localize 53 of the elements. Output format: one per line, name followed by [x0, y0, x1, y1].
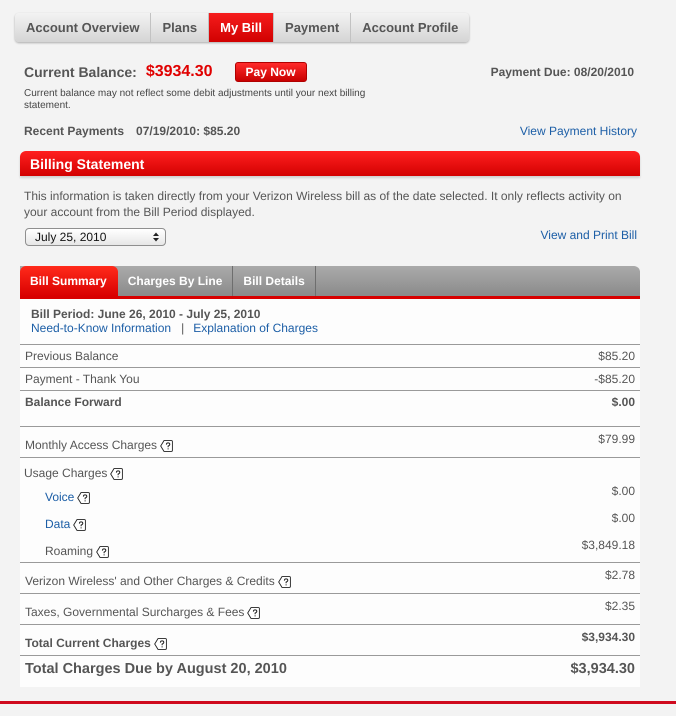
balance-label: Current Balance:	[24, 64, 137, 80]
nav-tab[interactable]: My Bill	[209, 13, 274, 42]
charge-amount: $2.35	[604, 599, 635, 614]
nav-tab[interactable]: Account Overview	[15, 13, 152, 42]
charge-amount: $3,934.30	[582, 630, 635, 645]
payment-history-link[interactable]: View Payment History	[520, 124, 637, 138]
charge-amount: $.00	[612, 395, 635, 410]
help-icon[interactable]	[96, 546, 110, 558]
nav-tab[interactable]: Payment	[274, 13, 352, 42]
help-icon[interactable]	[160, 440, 174, 452]
charge-amount: $.00	[612, 484, 635, 499]
info-link[interactable]: Explanation of Charges	[193, 321, 318, 335]
bill-tab[interactable]: Bill Summary	[20, 266, 118, 296]
balance-amount: $3934.30	[146, 63, 213, 81]
total-due-label: Total Charges Due by August 20, 2010	[25, 660, 287, 678]
recent-payments-label: Recent Payments	[24, 124, 124, 138]
info-link[interactable]: Need-to-Know Information	[31, 321, 172, 335]
charge-amount: $3,849.18	[582, 538, 635, 553]
bill-period-text: Bill Period: June 26, 2010 - July 25, 2010	[30, 307, 262, 321]
charge-label: Taxes, Governmental Surcharges & Fees	[25, 605, 244, 620]
charge-amount: $79.99	[598, 432, 635, 447]
charge-label: Verizon Wireless' and Other Charges & Credits	[25, 574, 275, 589]
help-icon[interactable]	[77, 492, 90, 504]
charge-amount: $2.78	[604, 568, 635, 583]
help-icon[interactable]	[278, 576, 291, 588]
statement-description: This information is taken directly from your Verizon Wireless bill as of the date selected. It only reflects activity on your account from the Bill Period displayed.	[23, 188, 623, 220]
payment-due-text: Payment Due: 08/20/2010	[490, 65, 634, 79]
total-due-amount: $3,934.30	[570, 660, 635, 678]
dropdown-arrows-icon	[152, 232, 160, 242]
billing-statement-header: Billing Statement	[20, 151, 640, 176]
help-icon[interactable]	[154, 638, 167, 650]
nav-tab[interactable]: Account Profile	[351, 13, 470, 42]
print-bill-link[interactable]: View and Print Bill	[540, 228, 637, 242]
help-icon[interactable]	[247, 606, 260, 618]
charge-label: Payment - Thank You	[25, 372, 140, 387]
charge-link[interactable]: Voice	[45, 490, 74, 505]
link-separator: |	[181, 321, 184, 335]
charge-label: Roaming	[45, 544, 94, 559]
pay-now-button[interactable]: Pay Now	[234, 62, 307, 82]
balance-note: Current balance may not reflect some debit adjustments until your next billing statement.	[23, 88, 366, 112]
charge-label: Total Current Charges	[25, 636, 151, 651]
help-icon[interactable]	[73, 518, 86, 530]
charge-amount: $85.20	[598, 349, 635, 364]
date-dropdown[interactable]: July 25, 2010	[25, 228, 166, 246]
recent-payment-value: 07/19/2010: $85.20	[136, 124, 240, 138]
charge-label: Monthly Access Charges	[25, 438, 158, 453]
charge-label: Previous Balance	[25, 349, 118, 364]
charge-amount: $.00	[612, 511, 635, 526]
charge-label: Balance Forward	[25, 395, 122, 410]
help-icon[interactable]	[110, 468, 124, 480]
charge-label: Usage Charges	[24, 466, 108, 481]
charge-link[interactable]: Data	[45, 517, 70, 532]
charge-amount: -$85.20	[594, 372, 635, 387]
